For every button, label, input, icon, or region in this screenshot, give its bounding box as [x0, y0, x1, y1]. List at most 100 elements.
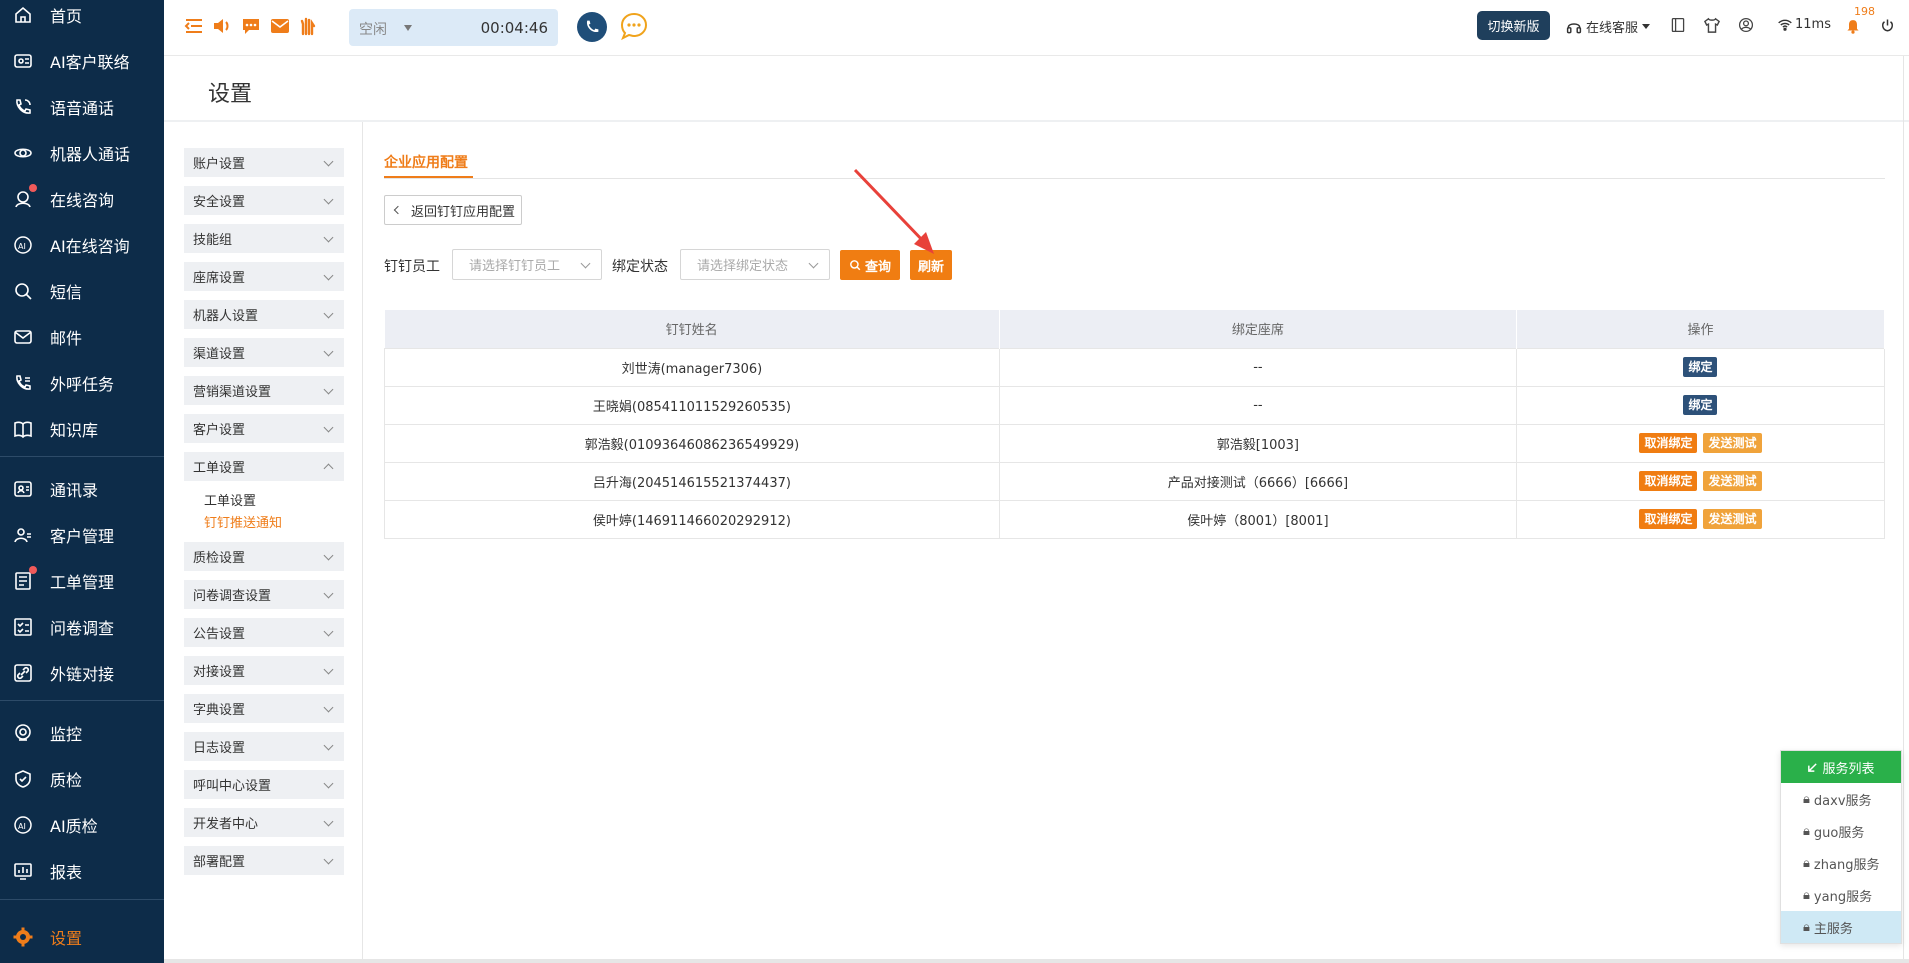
back-button-label: 返回钉钉应用配置	[411, 204, 516, 220]
switch-new-version-button[interactable]: 切换新版	[1477, 11, 1550, 40]
service-item[interactable]: 🔒︎ zhang服务	[1781, 847, 1901, 879]
settings-menu-item-ticket[interactable]: 工单设置	[184, 452, 344, 481]
settings-menu-item[interactable]: 日志设置	[184, 732, 344, 761]
employee-select[interactable]: 请选择钉钉员工	[452, 249, 602, 280]
cell-actions: 绑定	[1515, 385, 1886, 425]
settings-menu-item[interactable]: 字典设置	[184, 694, 344, 723]
send-test-button[interactable]: 发送测试	[1703, 433, 1762, 453]
nav-item-settings[interactable]: 设置	[0, 917, 164, 957]
call-button[interactable]	[577, 12, 607, 42]
chevron-down-icon	[323, 854, 334, 865]
employee-filter-label: 钉钉员工	[384, 259, 440, 275]
power-icon[interactable]	[1878, 16, 1896, 34]
nav-item-label: 客户管理	[50, 527, 115, 546]
nav-item-online-chat[interactable]: 在线咨询	[0, 179, 164, 219]
submenu-ticket-settings[interactable]: 工单设置	[204, 490, 256, 509]
bell-icon[interactable]	[1844, 17, 1862, 35]
hand-icon[interactable]	[298, 16, 318, 36]
content-border	[1903, 56, 1904, 963]
volume-icon[interactable]	[212, 16, 232, 36]
service-item[interactable]: 🔒︎ daxv服务	[1781, 783, 1901, 815]
agent-status-box[interactable]: 空闲 00:04:46	[349, 9, 558, 46]
nav-item-customer[interactable]: 客户管理	[0, 515, 164, 555]
nav-item-report[interactable]: 报表	[0, 851, 164, 891]
settings-menu-item[interactable]: 质检设置	[184, 542, 344, 571]
settings-menu-item[interactable]: 客户设置	[184, 414, 344, 443]
status-timer: 00:04:46	[480, 19, 548, 37]
shirt-icon[interactable]	[1703, 16, 1721, 34]
unbind-button[interactable]: 取消绑定	[1639, 433, 1698, 453]
nav-item-label: 语音通话	[50, 99, 115, 118]
submenu-dingtalk-push[interactable]: 钉钉推送通知	[204, 512, 282, 531]
chevron-down-icon	[323, 270, 334, 281]
back-to-dingtalk-config-button[interactable]: 返回钉钉应用配置	[384, 195, 522, 225]
service-item-main[interactable]: 🔒︎ 主服务	[1781, 911, 1901, 943]
nav-item-ai-chat[interactable]: AI AI在线咨询	[0, 225, 164, 265]
nav-item-ticket[interactable]: 工单管理	[0, 561, 164, 601]
nav-item-quality[interactable]: 质检	[0, 759, 164, 799]
chevron-down-icon	[323, 702, 334, 713]
email-icon[interactable]	[270, 16, 290, 36]
settings-menu-item[interactable]: 公告设置	[184, 618, 344, 647]
unbind-button[interactable]: 取消绑定	[1639, 509, 1698, 529]
settings-menu-item[interactable]: 开发者中心	[184, 808, 344, 837]
settings-menu-item[interactable]: 座席设置	[184, 262, 344, 291]
settings-menu-item[interactable]: 对接设置	[184, 656, 344, 685]
service-list-header[interactable]: 服务列表	[1781, 751, 1901, 783]
settings-menu-item[interactable]: 问卷调查设置	[184, 580, 344, 609]
menu-label: 账户设置	[193, 157, 246, 172]
nav-item-home[interactable]: 首页	[0, 0, 164, 35]
cell-actions: 取消绑定 发送测试	[1515, 461, 1886, 501]
chat-bubble-button[interactable]	[619, 11, 649, 41]
service-item[interactable]: 🔒︎ guo服务	[1781, 815, 1901, 847]
nav-item-robot-call[interactable]: 机器人通话	[0, 133, 164, 173]
nav-item-ai-quality[interactable]: AI AI质检	[0, 805, 164, 845]
nav-item-ai-contact[interactable]: AI客户联络	[0, 41, 164, 81]
nav-item-outbound[interactable]: 外呼任务	[0, 363, 164, 403]
bind-button[interactable]: 绑定	[1683, 395, 1718, 415]
send-test-button[interactable]: 发送测试	[1703, 509, 1762, 529]
settings-menu-item[interactable]: 技能组	[184, 224, 344, 253]
chevron-up-icon	[323, 463, 334, 474]
cell-seat: --	[998, 385, 1517, 425]
column-header: 钉钉姓名	[384, 310, 1000, 348]
network-latency: 11ms	[1778, 17, 1831, 32]
settings-menu-item[interactable]: 呼叫中心设置	[184, 770, 344, 799]
agent-status: 空闲	[359, 22, 387, 38]
outbound-icon	[12, 372, 34, 394]
tab-enterprise-app-config[interactable]: 企业应用配置	[384, 152, 468, 172]
nav-item-monitor[interactable]: 监控	[0, 713, 164, 753]
menu-label: 工单设置	[193, 461, 246, 476]
settings-menu-item[interactable]: 营销渠道设置	[184, 376, 344, 405]
message-icon[interactable]	[241, 16, 261, 36]
bind-button[interactable]: 绑定	[1683, 357, 1718, 377]
online-service-dropdown[interactable]: 在线客服	[1566, 17, 1651, 36]
settings-menu-item[interactable]: 机器人设置	[184, 300, 344, 329]
user-icon[interactable]	[1737, 16, 1755, 34]
nav-item-external-link[interactable]: 外链对接	[0, 653, 164, 693]
book-open-icon[interactable]	[1669, 16, 1687, 34]
bind-status-select[interactable]: 请选择绑定状态	[680, 249, 830, 280]
settings-menu-item[interactable]: 账户设置	[184, 148, 344, 177]
nav-item-label: 问卷调查	[50, 619, 115, 638]
nav-item-voice-call[interactable]: 语音通话	[0, 87, 164, 127]
nav-item-label: 报表	[50, 863, 83, 882]
svg-text:AI: AI	[18, 822, 26, 831]
nav-item-contacts[interactable]: 通讯录	[0, 469, 164, 509]
service-item[interactable]: 🔒︎ yang服务	[1781, 879, 1901, 911]
settings-menu-item[interactable]: 安全设置	[184, 186, 344, 215]
settings-menu-item[interactable]: 部署配置	[184, 846, 344, 875]
menu-collapse-icon[interactable]	[184, 16, 204, 36]
menu-label: 营销渠道设置	[193, 385, 272, 400]
settings-menu-item[interactable]: 渠道设置	[184, 338, 344, 367]
unbind-button[interactable]: 取消绑定	[1639, 471, 1698, 491]
nav-item-label: 在线咨询	[50, 191, 115, 210]
nav-item-sms[interactable]: 短信	[0, 271, 164, 311]
lock-icon: 🔒︎	[1803, 855, 1810, 871]
nav-item-mail[interactable]: 邮件	[0, 317, 164, 357]
nav-item-knowledge[interactable]: 知识库	[0, 409, 164, 449]
nav-item-label: 监控	[50, 725, 83, 744]
send-test-button[interactable]: 发送测试	[1703, 471, 1762, 491]
nav-item-survey[interactable]: 问卷调查	[0, 607, 164, 647]
menu-label: 开发者中心	[193, 817, 259, 832]
